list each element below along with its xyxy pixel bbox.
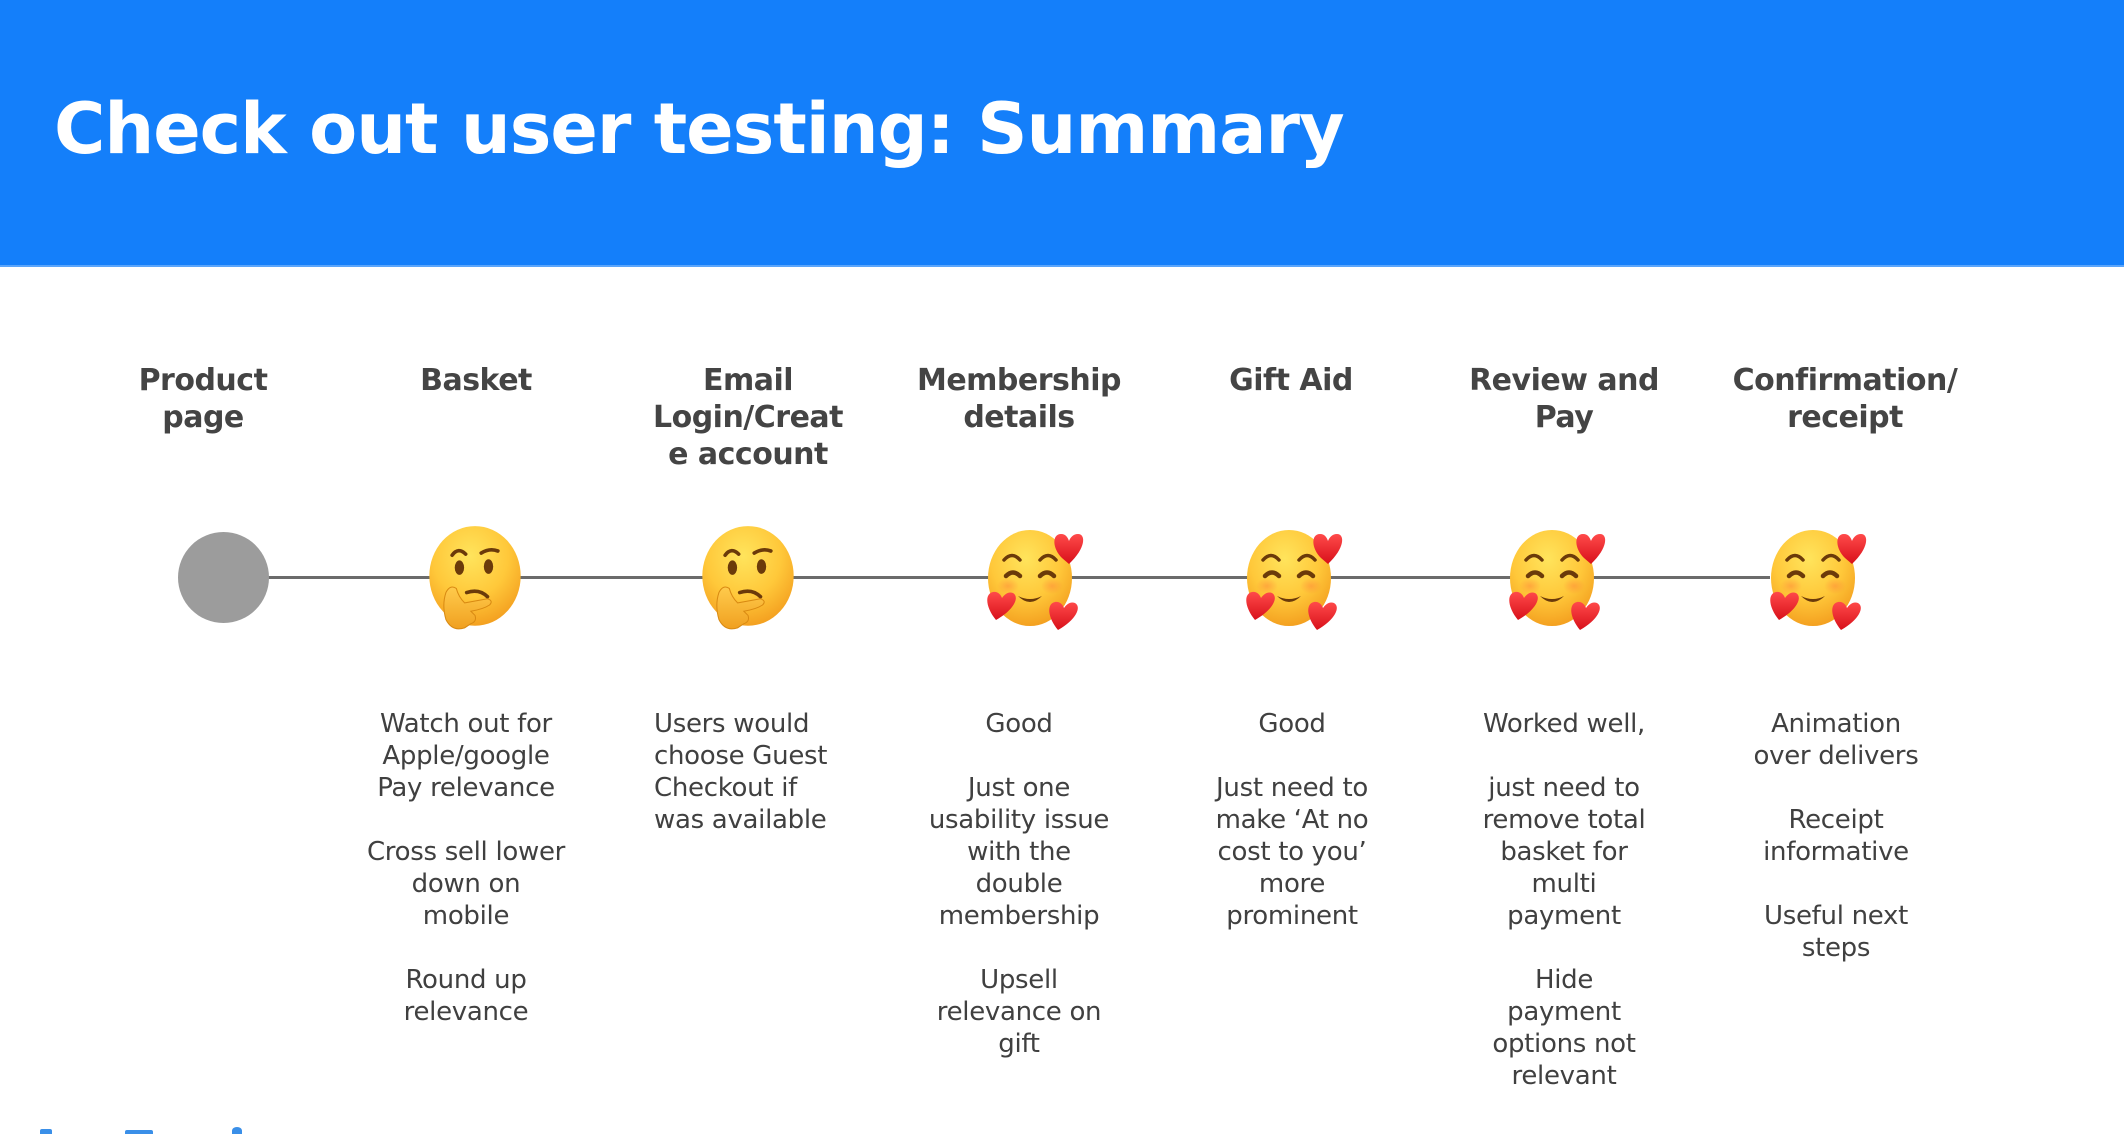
logo-fragment — [0, 1124, 260, 1134]
note: Receipt informative — [1763, 805, 1909, 867]
stage-heading-gift-aid: Gift Aid — [1229, 363, 1353, 398]
stage-heading-email-login: Email Login/Creat e account — [652, 363, 844, 472]
note: Round up relevance — [403, 965, 529, 1027]
stage-heading-review-and-pay: Review and Pay — [1469, 363, 1659, 435]
note: just need to remove total basket for mul… — [1482, 773, 1646, 931]
smiling-face-with-hearts-icon — [1765, 524, 1869, 632]
thinking-face-icon — [423, 524, 527, 632]
note: Animation over delivers — [1753, 709, 1919, 771]
thinking-face-icon — [696, 524, 800, 632]
stage-heading-confirmation: Confirmation/ receipt — [1732, 363, 1958, 435]
note: Useful next steps — [1764, 901, 1908, 963]
note: Good — [985, 709, 1053, 739]
smiling-face-with-hearts-icon — [1504, 524, 1608, 632]
smiling-face-with-hearts-icon — [1241, 524, 1345, 632]
note: Hide payment options not relevant — [1492, 965, 1636, 1091]
stage-notes-review-and-pay: Worked well, just need to remove total b… — [1449, 708, 1679, 1092]
note: Good — [1258, 709, 1326, 739]
stage-heading-membership-details: Membership details — [916, 363, 1122, 435]
note: Upsell relevance on gift — [936, 965, 1102, 1059]
stage-heading-basket: Basket — [420, 363, 532, 398]
timeline-start-node — [178, 532, 269, 623]
note: Cross sell lower down on mobile — [366, 837, 566, 931]
smiling-face-with-hearts-icon — [982, 524, 1086, 632]
note: Users would choose Guest Checkout if was… — [654, 709, 828, 835]
slide-title: Check out user testing: Summary — [54, 88, 1345, 170]
stage-notes-confirmation: Animation over delivers Receipt informat… — [1721, 708, 1951, 964]
stage-heading-product-page: Product page — [138, 363, 268, 435]
stage-notes-email-login: Users would choose Guest Checkout if was… — [654, 708, 884, 836]
note: Just one usability issue with the double… — [928, 773, 1110, 931]
note: Worked well, — [1482, 709, 1646, 739]
stage-notes-membership-details: Good Just one usability issue with the d… — [904, 708, 1134, 1060]
note: Just need to make ‘At no cost to you’ mo… — [1215, 773, 1369, 931]
slide-header: Check out user testing: Summary — [0, 0, 2124, 267]
note: Watch out for Apple/google Pay relevance — [377, 709, 555, 803]
stage-notes-gift-aid: Good Just need to make ‘At no cost to yo… — [1177, 708, 1407, 932]
stage-notes-basket: Watch out for Apple/google Pay relevance… — [351, 708, 581, 1028]
